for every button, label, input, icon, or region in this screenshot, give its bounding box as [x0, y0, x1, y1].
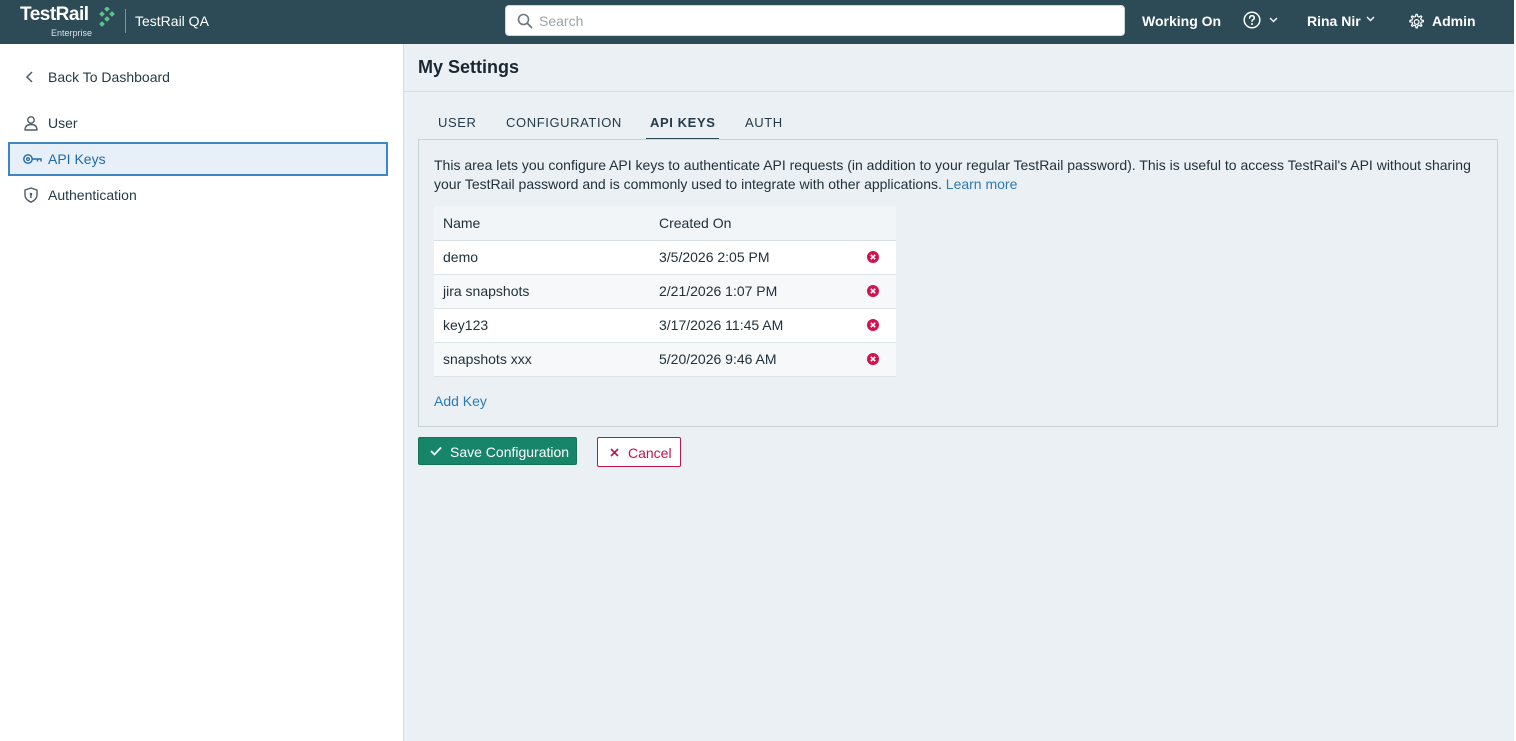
logo-mark-icon [99, 7, 115, 27]
delete-key-icon[interactable] [867, 353, 879, 365]
key-name: jira snapshots [434, 274, 650, 309]
key-name: snapshots xxx [434, 342, 650, 377]
cancel-label: Cancel [628, 445, 672, 461]
settings-main: My Settings USER CONFIGURATION API KEYS … [404, 44, 1514, 741]
page-title: My Settings [418, 57, 520, 77]
chevron-left-icon [25, 71, 33, 83]
sidebar-item-label: User [48, 115, 78, 131]
logo-divider [125, 9, 126, 33]
sidebar-item-api-keys[interactable]: API Keys [8, 142, 388, 176]
api-keys-description: This area lets you configure API keys to… [434, 156, 1484, 194]
close-icon [610, 448, 619, 457]
table-row: jira snapshots 2/21/2026 1:07 PM [434, 274, 896, 309]
global-search[interactable] [505, 5, 1125, 36]
testrail-logo[interactable]: TestRail Enterprise [20, 4, 120, 40]
table-row: demo 3/5/2026 2:05 PM [434, 240, 896, 275]
user-menu[interactable]: Rina Nir [1307, 13, 1361, 29]
divider [404, 91, 1514, 92]
search-input[interactable] [539, 6, 1119, 35]
sidebar-item-label: API Keys [48, 151, 106, 167]
sidebar-item-label: Authentication [48, 187, 137, 203]
learn-more-link[interactable]: Learn more [946, 176, 1018, 192]
tab-user[interactable]: USER [438, 115, 477, 141]
tab-auth[interactable]: AUTH [745, 115, 783, 141]
tab-api-keys[interactable]: API KEYS [646, 115, 720, 141]
table-row: snapshots xxx 5/20/2026 9:46 AM [434, 342, 896, 377]
sidebar-item-authentication[interactable]: Authentication [8, 178, 388, 212]
admin-link[interactable]: Admin [1432, 13, 1476, 29]
column-header-name[interactable]: Name [434, 206, 650, 241]
project-name[interactable]: TestRail QA [135, 13, 209, 29]
working-on-menu[interactable]: Working On [1142, 13, 1221, 29]
save-configuration-label: Save Configuration [450, 444, 570, 460]
chevron-down-icon [1269, 17, 1278, 23]
key-created-on: 2/21/2026 1:07 PM [650, 274, 856, 309]
delete-key-icon[interactable] [867, 319, 879, 331]
table-row: key123 3/17/2026 11:45 AM [434, 308, 896, 343]
api-keys-table: Name Created On demo 3/5/2026 2:05 PM ji… [434, 206, 896, 377]
tab-configuration[interactable]: CONFIGURATION [506, 115, 622, 141]
key-icon [23, 154, 42, 164]
back-to-dashboard-label: Back To Dashboard [48, 69, 170, 85]
add-key-link[interactable]: Add Key [434, 393, 487, 409]
chevron-down-icon[interactable] [1366, 16, 1375, 22]
shield-icon [24, 187, 38, 203]
delete-key-icon[interactable] [867, 285, 879, 297]
key-name: key123 [434, 308, 650, 343]
settings-sidebar: Back To Dashboard User API Keys Authenti… [0, 44, 404, 741]
key-created-on: 5/20/2026 9:46 AM [650, 342, 856, 377]
logo-subtitle: Enterprise [51, 28, 93, 38]
cancel-button[interactable]: Cancel [597, 437, 681, 467]
sidebar-item-user[interactable]: User [8, 106, 388, 140]
column-header-created-on[interactable]: Created On [650, 206, 856, 241]
logo-text: TestRail [20, 4, 89, 25]
help-icon [1243, 11, 1261, 29]
search-icon [517, 13, 533, 29]
key-created-on: 3/5/2026 2:05 PM [650, 240, 856, 275]
help-menu[interactable] [1243, 11, 1283, 33]
top-navigation-bar: TestRail Enterprise TestRail QA Working … [0, 0, 1514, 44]
key-created-on: 3/17/2026 11:45 AM [650, 308, 856, 343]
gear-icon[interactable] [1407, 11, 1425, 33]
api-keys-panel: This area lets you configure API keys to… [418, 139, 1498, 427]
delete-key-icon[interactable] [867, 251, 879, 263]
table-header-row: Name Created On [434, 206, 896, 241]
checkmark-icon [430, 446, 442, 456]
save-configuration-button[interactable]: Save Configuration [418, 437, 577, 465]
back-to-dashboard-link[interactable]: Back To Dashboard [8, 60, 388, 94]
key-name: demo [434, 240, 650, 275]
column-header-actions [856, 206, 896, 241]
user-icon [24, 116, 38, 131]
